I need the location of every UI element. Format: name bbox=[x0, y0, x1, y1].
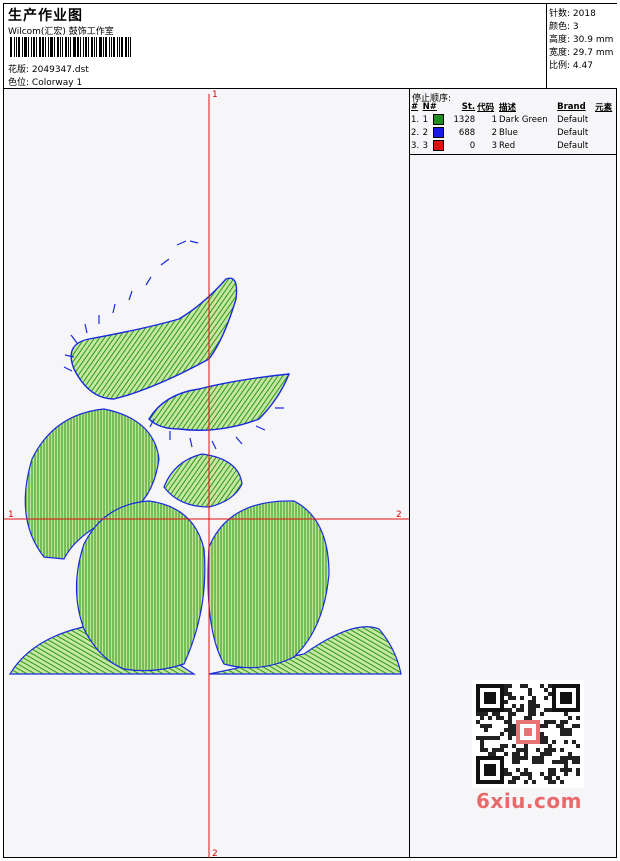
barcode-bar bbox=[70, 37, 71, 57]
color-stop-table: # N# St. 代码 描述 Brand 元素 1. 1 1328 1 Dark… bbox=[410, 101, 616, 152]
barcode-bar bbox=[105, 37, 107, 57]
barcode-bar bbox=[50, 37, 53, 57]
barcode-bar bbox=[14, 37, 15, 57]
barcode-bar bbox=[128, 37, 129, 57]
barcode-bar bbox=[119, 37, 120, 57]
design-file-label: 花版: bbox=[8, 65, 30, 75]
barcode-bar bbox=[57, 37, 59, 57]
table-header-row: # N# St. 代码 描述 Brand 元素 bbox=[410, 101, 616, 113]
stat-stitches: 针数: 2018 bbox=[549, 9, 596, 19]
stat-height: 高度: 30.9 mm bbox=[549, 35, 614, 45]
barcode-bar bbox=[60, 37, 61, 57]
col-brand: Brand bbox=[557, 102, 586, 112]
stat-colors: 颜色: 3 bbox=[549, 22, 579, 32]
barcode-bar bbox=[103, 37, 104, 57]
table-divider bbox=[410, 154, 617, 155]
barcode-bar bbox=[45, 37, 46, 57]
colorway-label: 色位: bbox=[8, 78, 30, 88]
barcode-bar bbox=[83, 37, 84, 57]
design-file-value: 2049347.dst bbox=[31, 65, 89, 75]
barcode-bar bbox=[33, 37, 35, 57]
barcode-bar bbox=[68, 37, 69, 57]
barcode-bar bbox=[18, 37, 20, 57]
qr-code bbox=[472, 680, 584, 788]
barcode-bar bbox=[28, 37, 29, 57]
rabbit-head bbox=[163, 453, 243, 508]
barcode-bar bbox=[111, 37, 112, 57]
barcode-bar bbox=[88, 37, 89, 57]
col-stitches: St. bbox=[461, 102, 476, 112]
stat-scale: 比例: 4.47 bbox=[549, 61, 593, 71]
barcode-bar bbox=[10, 37, 12, 57]
embroidery-design-canvas bbox=[4, 94, 409, 858]
stat-width: 宽度: 29.7 mm bbox=[549, 48, 614, 58]
barcode-bar bbox=[80, 37, 81, 57]
fruit-right bbox=[207, 500, 330, 669]
barcode-bar bbox=[62, 37, 63, 57]
site-watermark: 6xiu.com bbox=[476, 789, 582, 813]
barcode-bar bbox=[54, 37, 55, 57]
barcode-bar bbox=[113, 37, 115, 57]
barcode-bar bbox=[130, 37, 131, 57]
barcode-bar bbox=[91, 37, 93, 57]
col-code: 代码 bbox=[477, 103, 495, 113]
barcode-bar bbox=[99, 37, 102, 57]
barcode-bar bbox=[94, 37, 95, 57]
axis-label-top: 1 bbox=[212, 90, 218, 100]
barcode-bar bbox=[36, 37, 37, 57]
col-number: N# bbox=[422, 102, 437, 112]
barcode-bar bbox=[85, 37, 87, 57]
barcode-bar bbox=[48, 37, 49, 57]
fruit-left bbox=[75, 500, 206, 672]
barcode-bar bbox=[77, 37, 79, 57]
barcode-bar bbox=[73, 37, 76, 57]
page-title: 生产作业图 bbox=[8, 8, 83, 24]
ear-right bbox=[148, 373, 291, 431]
colorway-value: Colorway 1 bbox=[31, 78, 83, 88]
barcode-bar bbox=[39, 37, 41, 57]
barcode-bar bbox=[31, 37, 32, 57]
table-row: 1. 1 1328 1 Dark Green Default bbox=[411, 114, 589, 125]
axis-label-bottom: 2 bbox=[212, 849, 218, 859]
sidebar-divider bbox=[409, 89, 410, 858]
barcode-bar bbox=[24, 37, 27, 57]
col-index: # bbox=[411, 102, 419, 112]
table-row: 3. 3 0 3 Red Default bbox=[411, 140, 589, 151]
axis-label-right: 2 bbox=[396, 510, 402, 520]
col-element: 元素 bbox=[595, 103, 613, 113]
barcode bbox=[10, 37, 133, 57]
color-swatch-red bbox=[433, 140, 445, 151]
table-row: 2. 2 688 2 Blue Default bbox=[411, 127, 589, 138]
barcode-bar bbox=[22, 37, 23, 57]
col-description: 描述 bbox=[498, 103, 516, 113]
studio-subtitle: Wilcom(汇宏) 鼓饰工作室 bbox=[8, 27, 114, 37]
barcode-bar bbox=[109, 37, 110, 57]
barcode-bar bbox=[16, 37, 17, 57]
design-file-row: 花版: 2049347.dst bbox=[8, 62, 89, 75]
color-swatch-blue bbox=[433, 127, 445, 138]
barcode-bar bbox=[96, 37, 97, 57]
color-swatch-green bbox=[433, 114, 445, 125]
barcode-bar bbox=[117, 37, 118, 57]
barcode-bar bbox=[42, 37, 44, 57]
barcode-bar bbox=[65, 37, 67, 57]
ear-left bbox=[70, 277, 238, 400]
axis-label-left: 1 bbox=[8, 510, 14, 520]
barcode-bar bbox=[125, 37, 127, 57]
barcode-bar bbox=[121, 37, 123, 57]
colorway-row: 色位: Colorway 1 bbox=[8, 75, 82, 88]
